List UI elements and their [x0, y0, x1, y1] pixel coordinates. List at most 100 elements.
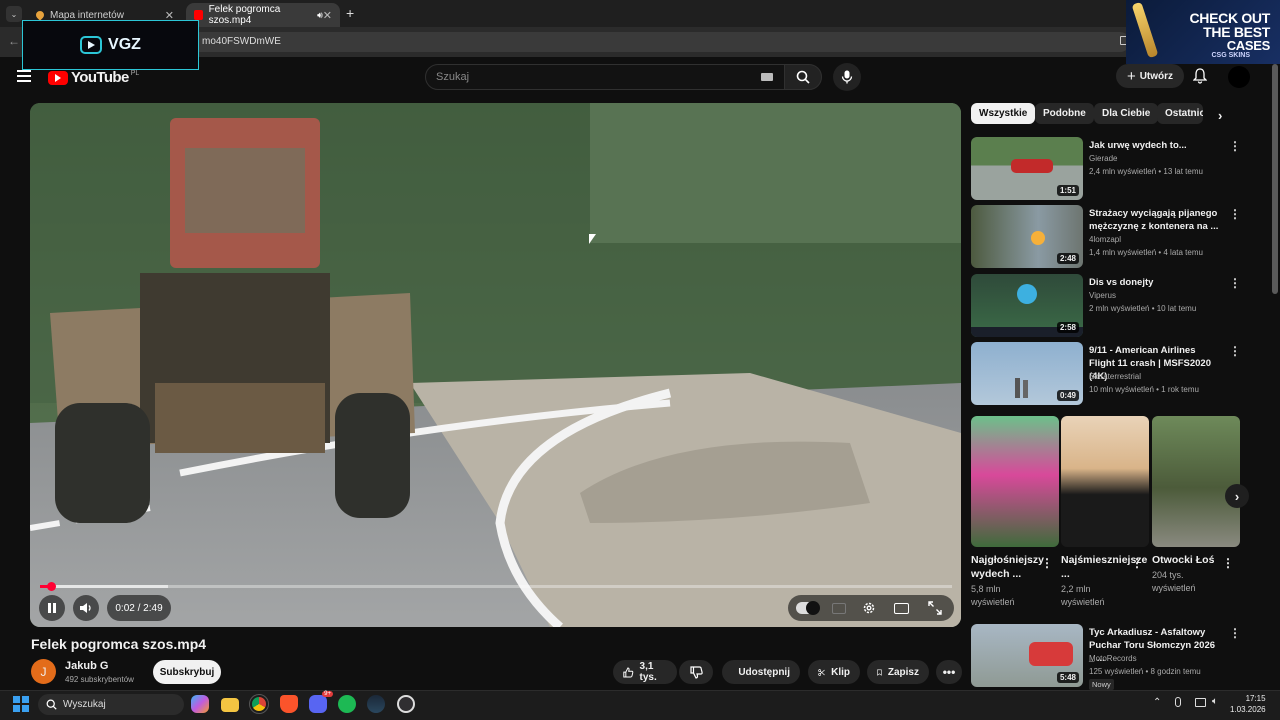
video-thumbnail: 0:49: [971, 342, 1083, 405]
progress-track[interactable]: [40, 585, 952, 588]
channel-name[interactable]: Jakub G: [65, 660, 108, 672]
close-icon[interactable]: ✕: [323, 9, 332, 22]
recommendation-item[interactable]: 0:49 9/11 - American Airlines Flight 11 …: [971, 342, 1241, 406]
play-logo-icon: [80, 36, 103, 54]
short-item[interactable]: Najgłośniejszy wydech ... 5,8 mln wyświe…: [971, 416, 1059, 609]
recommendation-item[interactable]: 1:51 Jak urwę wydech to... Gierade 2,4 m…: [971, 137, 1241, 201]
chrome-icon[interactable]: [249, 694, 269, 714]
more-vertical-icon[interactable]: ⋮: [1229, 276, 1241, 290]
recommendation-title: Strażacy wyciągają pijanego mężczyznę z …: [1089, 208, 1219, 232]
short-item[interactable]: Najśmieszniejsze ... 2,2 mln wyświetleń …: [1061, 416, 1149, 609]
windows-start-icon[interactable]: [13, 696, 29, 712]
play-icon: [806, 601, 820, 615]
microphone-tray-icon[interactable]: [1175, 697, 1181, 707]
copilot-icon[interactable]: [191, 695, 209, 713]
browser-tab-youtube[interactable]: Felek pogromca szos.mp4 🔊︎ ✕: [186, 3, 340, 27]
chip-for-you[interactable]: Dla Ciebie: [1094, 103, 1159, 124]
fullscreen-icon[interactable]: [928, 601, 942, 615]
progress-buffered: [40, 585, 168, 588]
channel-avatar[interactable]: J: [31, 659, 56, 684]
tray-chevron-icon[interactable]: ⌃: [1153, 697, 1161, 708]
search-button[interactable]: [784, 64, 822, 90]
pause-button[interactable]: [39, 595, 65, 621]
chip-recent[interactable]: Ostatnio: [1157, 103, 1203, 124]
region-code: PL: [130, 70, 140, 77]
dislike-button[interactable]: [679, 660, 713, 684]
mute-button[interactable]: [73, 595, 99, 621]
recommendation-meta: 125 wyświetleń • 8 godzin temu: [1089, 667, 1201, 676]
account-avatar[interactable]: [1228, 66, 1250, 88]
more-vertical-icon[interactable]: ⋮: [1229, 626, 1241, 640]
obs-icon[interactable]: [397, 695, 415, 713]
more-vertical-icon[interactable]: ⋮: [1229, 344, 1241, 358]
tab-list-button[interactable]: ⌄: [6, 6, 22, 22]
video-player[interactable]: 0:02 / 2:49: [30, 103, 961, 627]
more-vertical-icon[interactable]: ⋮: [1229, 207, 1241, 221]
time-display: 0:02 / 2:49: [107, 595, 171, 621]
recommendation-meta: 10 mln wyświetleń • 1 rok temu: [1089, 385, 1199, 394]
share-button[interactable]: Udostępnij: [722, 660, 800, 684]
youtube-favicon-icon: [194, 10, 203, 20]
like-count: 3,1 tys.: [639, 661, 657, 683]
theater-mode-icon[interactable]: [894, 603, 909, 614]
more-vertical-icon[interactable]: ⋮: [1131, 556, 1143, 570]
spotify-icon[interactable]: [338, 695, 356, 713]
file-explorer-icon[interactable]: [221, 698, 239, 712]
taskbar-search[interactable]: Wyszukaj: [38, 694, 184, 715]
recommendation-meta: 2 mln wyświetleń • 10 lat temu: [1089, 304, 1197, 313]
discord-icon[interactable]: 9+: [309, 691, 333, 713]
url-field[interactable]: mo40FSWDmWE: [190, 32, 1130, 52]
page-scrollbar[interactable]: [1272, 64, 1278, 294]
brave-icon[interactable]: [280, 695, 298, 713]
search-input[interactable]: Szukaj: [425, 64, 785, 90]
subscribe-button[interactable]: Subskrybuj: [153, 660, 221, 684]
chip-related[interactable]: Podobne: [1035, 103, 1094, 124]
chip-all[interactable]: Wszystkie: [971, 103, 1036, 124]
vgz-logo-text: VGZ: [108, 36, 141, 53]
logo-text: YouTube: [71, 69, 129, 86]
autoplay-toggle[interactable]: [796, 601, 820, 615]
recommendation-channel: Viperus: [1089, 291, 1116, 300]
system-clock[interactable]: 17:15 1.03.2026: [1230, 693, 1266, 715]
search-icon: [796, 70, 810, 84]
save-button[interactable]: Zapisz: [867, 660, 929, 684]
recommendation-channel: 4lomzapl: [1089, 235, 1122, 244]
youtube-logo[interactable]: YouTube PL: [48, 69, 139, 86]
settings-gear-icon[interactable]: [862, 601, 876, 615]
back-arrow-icon[interactable]: ←: [8, 34, 20, 48]
network-icon[interactable]: [1195, 698, 1206, 707]
like-button[interactable]: 3,1 tys.: [613, 660, 677, 684]
video-thumbnail: 5:48: [971, 624, 1083, 687]
url-text: mo40FSWDmWE: [202, 36, 281, 47]
voice-search-button[interactable]: [833, 63, 861, 91]
steam-icon[interactable]: [367, 695, 385, 713]
more-vertical-icon[interactable]: ⋮: [1041, 556, 1053, 570]
clip-button[interactable]: Klip: [808, 660, 860, 684]
create-button[interactable]: + Utwórz: [1116, 64, 1184, 88]
shorts-next-button[interactable]: ›: [1225, 484, 1249, 508]
notification-badge: 9+: [322, 691, 333, 697]
recommendation-item[interactable]: 2:48 Strażacy wyciągają pijanego mężczyz…: [971, 205, 1241, 269]
recommendation-item[interactable]: 5:48 Tyc Arkadiusz - Asfaltowy Puchar To…: [971, 624, 1241, 690]
chevron-right-icon[interactable]: ›: [1218, 108, 1222, 123]
recommendation-item[interactable]: 2:58 Dis vs donejty Viperus 2 mln wyświe…: [971, 274, 1241, 338]
new-tab-button[interactable]: +: [346, 5, 354, 21]
recommendation-title: Jak urwę wydech to...: [1089, 140, 1187, 151]
plus-icon: +: [1126, 67, 1136, 85]
short-views: 2,2 mln wyświetleń: [1061, 584, 1105, 607]
recommendation-channel: Gierade: [1089, 154, 1118, 163]
clip-label: Klip: [831, 666, 850, 678]
csgoskins-ad-overlay[interactable]: CHECK OUT THE BEST CASES CSG SKINS: [1126, 0, 1280, 64]
hamburger-menu-icon[interactable]: [17, 70, 31, 82]
keyboard-icon[interactable]: [761, 73, 773, 81]
volume-tray-icon[interactable]: 🔈︎: [1212, 696, 1218, 707]
progress-scrubber[interactable]: [46, 582, 56, 591]
more-actions-button[interactable]: •••: [936, 660, 962, 684]
more-vertical-icon[interactable]: ⋮: [1229, 139, 1241, 153]
subtitles-icon[interactable]: [832, 603, 846, 614]
more-vertical-icon[interactable]: ⋮: [1222, 556, 1234, 570]
short-item[interactable]: Otwocki Łoś 204 tys. wyświetleń ⋮: [1152, 416, 1240, 595]
notifications-bell-icon[interactable]: [1192, 68, 1208, 89]
more-horizontal-icon: •••: [942, 665, 956, 679]
thumbs-up-icon: [623, 667, 634, 677]
